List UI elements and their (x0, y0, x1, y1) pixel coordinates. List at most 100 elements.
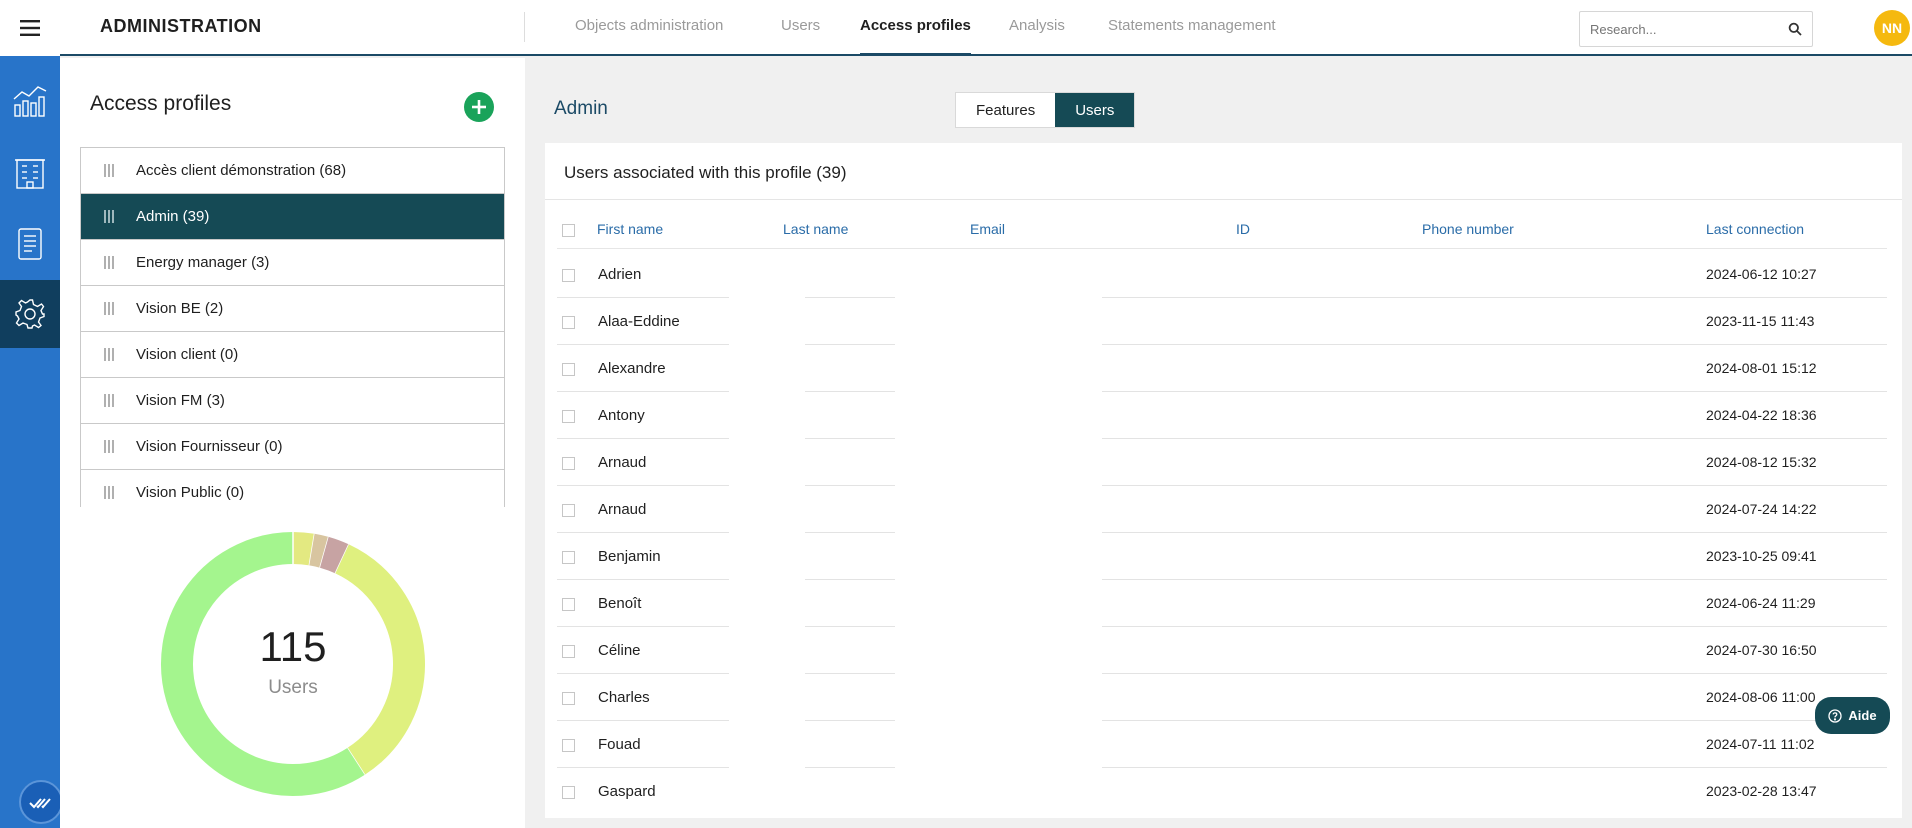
profile-item-vision-client[interactable]: Vision client (0) (80, 331, 505, 377)
drag-handle-icon[interactable] (81, 256, 136, 269)
column-phone-number[interactable]: Phone number (1422, 221, 1514, 237)
row-checkbox[interactable] (562, 739, 575, 752)
table-row[interactable]: Benoît 2024-06-24 11:29 (545, 580, 1902, 627)
table-row[interactable]: Arnaud 2024-07-24 14:22 (545, 486, 1902, 533)
table-row[interactable]: Alaa-Eddine 2023-11-15 11:43 (545, 298, 1902, 345)
profile-label: Accès client démonstration (68) (136, 162, 347, 179)
rail-item-documents[interactable] (0, 208, 60, 280)
panel-title: Access profiles (90, 92, 232, 115)
profile-item-vision-be[interactable]: Vision BE (2) (80, 285, 505, 331)
first-name-cell: Benoît (598, 595, 642, 612)
drag-handle-icon[interactable] (81, 302, 136, 315)
select-all-checkbox[interactable] (562, 224, 575, 237)
analytics-icon (13, 86, 47, 117)
table-header: First name Last name Email ID Phone numb… (545, 213, 1902, 251)
donut-slice[interactable] (309, 533, 329, 568)
profile-item-vision-fournisseur[interactable]: Vision Fournisseur (0) (80, 423, 505, 469)
table-row[interactable]: Adrien 2024-06-12 10:27 (545, 251, 1902, 298)
document-icon (18, 228, 42, 260)
table-row[interactable]: Charles 2024-08-06 11:00 (545, 674, 1902, 721)
last-connection-cell: 2024-07-30 16:50 (1706, 642, 1817, 658)
drag-handle-icon[interactable] (81, 210, 136, 223)
menu-icon (20, 20, 40, 36)
profile-item-energy-manager[interactable]: Energy manager (3) (80, 239, 505, 285)
last-connection-cell: 2023-11-15 11:43 (1706, 313, 1815, 329)
row-checkbox[interactable] (562, 410, 575, 423)
row-checkbox[interactable] (562, 598, 575, 611)
row-checkbox[interactable] (562, 269, 575, 282)
table-row[interactable]: Alexandre 2024-08-01 15:12 (545, 345, 1902, 392)
first-name-cell: Fouad (598, 736, 641, 753)
rail-item-settings[interactable] (0, 280, 60, 348)
column-email[interactable]: Email (970, 221, 1005, 237)
building-icon (15, 159, 45, 189)
tab-access-profiles[interactable]: Access profiles (860, 17, 971, 56)
donut-slice[interactable] (319, 536, 349, 574)
drag-handle-icon[interactable] (81, 440, 136, 453)
help-icon (1828, 708, 1843, 723)
first-name-cell: Céline (598, 642, 641, 659)
profile-label: Vision Public (0) (136, 484, 245, 501)
help-label: Aide (1848, 708, 1877, 723)
menu-button[interactable] (0, 0, 60, 56)
table-row[interactable]: Antony 2024-04-22 18:36 (545, 392, 1902, 439)
add-profile-button[interactable] (464, 92, 494, 122)
profile-label: Vision BE (2) (136, 300, 224, 317)
rail-item-buildings[interactable] (0, 136, 60, 208)
column-last-connection[interactable]: Last connection (1706, 221, 1804, 237)
row-checkbox[interactable] (562, 316, 575, 329)
avatar[interactable]: NN (1874, 10, 1910, 46)
drag-handle-icon[interactable] (81, 394, 136, 407)
search-box (1579, 11, 1813, 47)
profile-item-acces-client-demonstration[interactable]: Accès client démonstration (68) (80, 147, 505, 193)
table-row[interactable]: Benjamin 2023-10-25 09:41 (545, 533, 1902, 580)
profiles-panel: Access profiles Accès client démonstrati… (60, 58, 525, 828)
donut-slice[interactable] (292, 532, 315, 566)
profile-item-vision-public[interactable]: Vision Public (0) (80, 469, 505, 507)
total-users-count: 115 (259, 623, 327, 670)
users-card: Users associated with this profile (39) … (545, 143, 1902, 818)
row-checkbox[interactable] (562, 504, 575, 517)
first-name-cell: Antony (598, 407, 645, 424)
table-row[interactable]: Arnaud 2024-08-12 15:32 (545, 439, 1902, 486)
features-toggle-button[interactable]: Features (956, 93, 1056, 127)
row-checkbox[interactable] (562, 786, 575, 799)
table-row[interactable]: Céline 2024-07-30 16:50 (545, 627, 1902, 674)
help-button[interactable]: Aide (1815, 697, 1890, 734)
table-row[interactable]: Fouad 2024-07-11 11:02 (545, 721, 1902, 768)
row-checkbox[interactable] (562, 692, 575, 705)
row-checkbox[interactable] (562, 551, 575, 564)
profile-item-admin[interactable]: Admin (39) (80, 193, 505, 239)
tab-users[interactable]: Users (781, 17, 820, 56)
table-row[interactable]: Gaspard 2023-02-28 13:47 (545, 768, 1902, 815)
column-id[interactable]: ID (1236, 221, 1250, 237)
column-last-name[interactable]: Last name (783, 221, 848, 237)
drag-handle-icon[interactable] (81, 486, 136, 499)
row-checkbox[interactable] (562, 457, 575, 470)
tab-statements-management[interactable]: Statements management (1108, 17, 1276, 56)
tab-analysis[interactable]: Analysis (1009, 17, 1065, 56)
row-checkbox[interactable] (562, 363, 575, 376)
first-name-cell: Alexandre (598, 360, 666, 377)
first-name-cell: Gaspard (598, 783, 656, 800)
row-checkbox[interactable] (562, 645, 575, 658)
drag-handle-icon[interactable] (81, 164, 136, 177)
view-toggle: Features Users (955, 92, 1136, 128)
profile-list: Accès client démonstration (68) Admin (3… (80, 147, 505, 507)
last-connection-cell: 2024-07-24 14:22 (1706, 501, 1817, 517)
search-icon[interactable] (1788, 22, 1802, 36)
rail-item-analytics[interactable] (0, 64, 60, 136)
profile-detail: Admin Features Users Users associated wi… (525, 58, 1912, 828)
last-connection-cell: 2024-06-24 11:29 (1706, 595, 1816, 611)
drag-handle-icon[interactable] (81, 348, 136, 361)
column-first-name[interactable]: First name (597, 221, 663, 237)
tab-objects-administration[interactable]: Objects administration (575, 17, 723, 56)
profile-item-vision-fm[interactable]: Vision FM (3) (80, 377, 505, 423)
check-icon (29, 798, 51, 809)
tasks-button[interactable] (19, 780, 63, 824)
users-toggle-button[interactable]: Users (1055, 93, 1135, 127)
profile-label: Vision FM (3) (136, 392, 225, 409)
card-title: Users associated with this profile (39) (564, 163, 847, 182)
first-name-cell: Alaa-Eddine (598, 313, 680, 330)
search-input[interactable] (1590, 21, 1788, 37)
